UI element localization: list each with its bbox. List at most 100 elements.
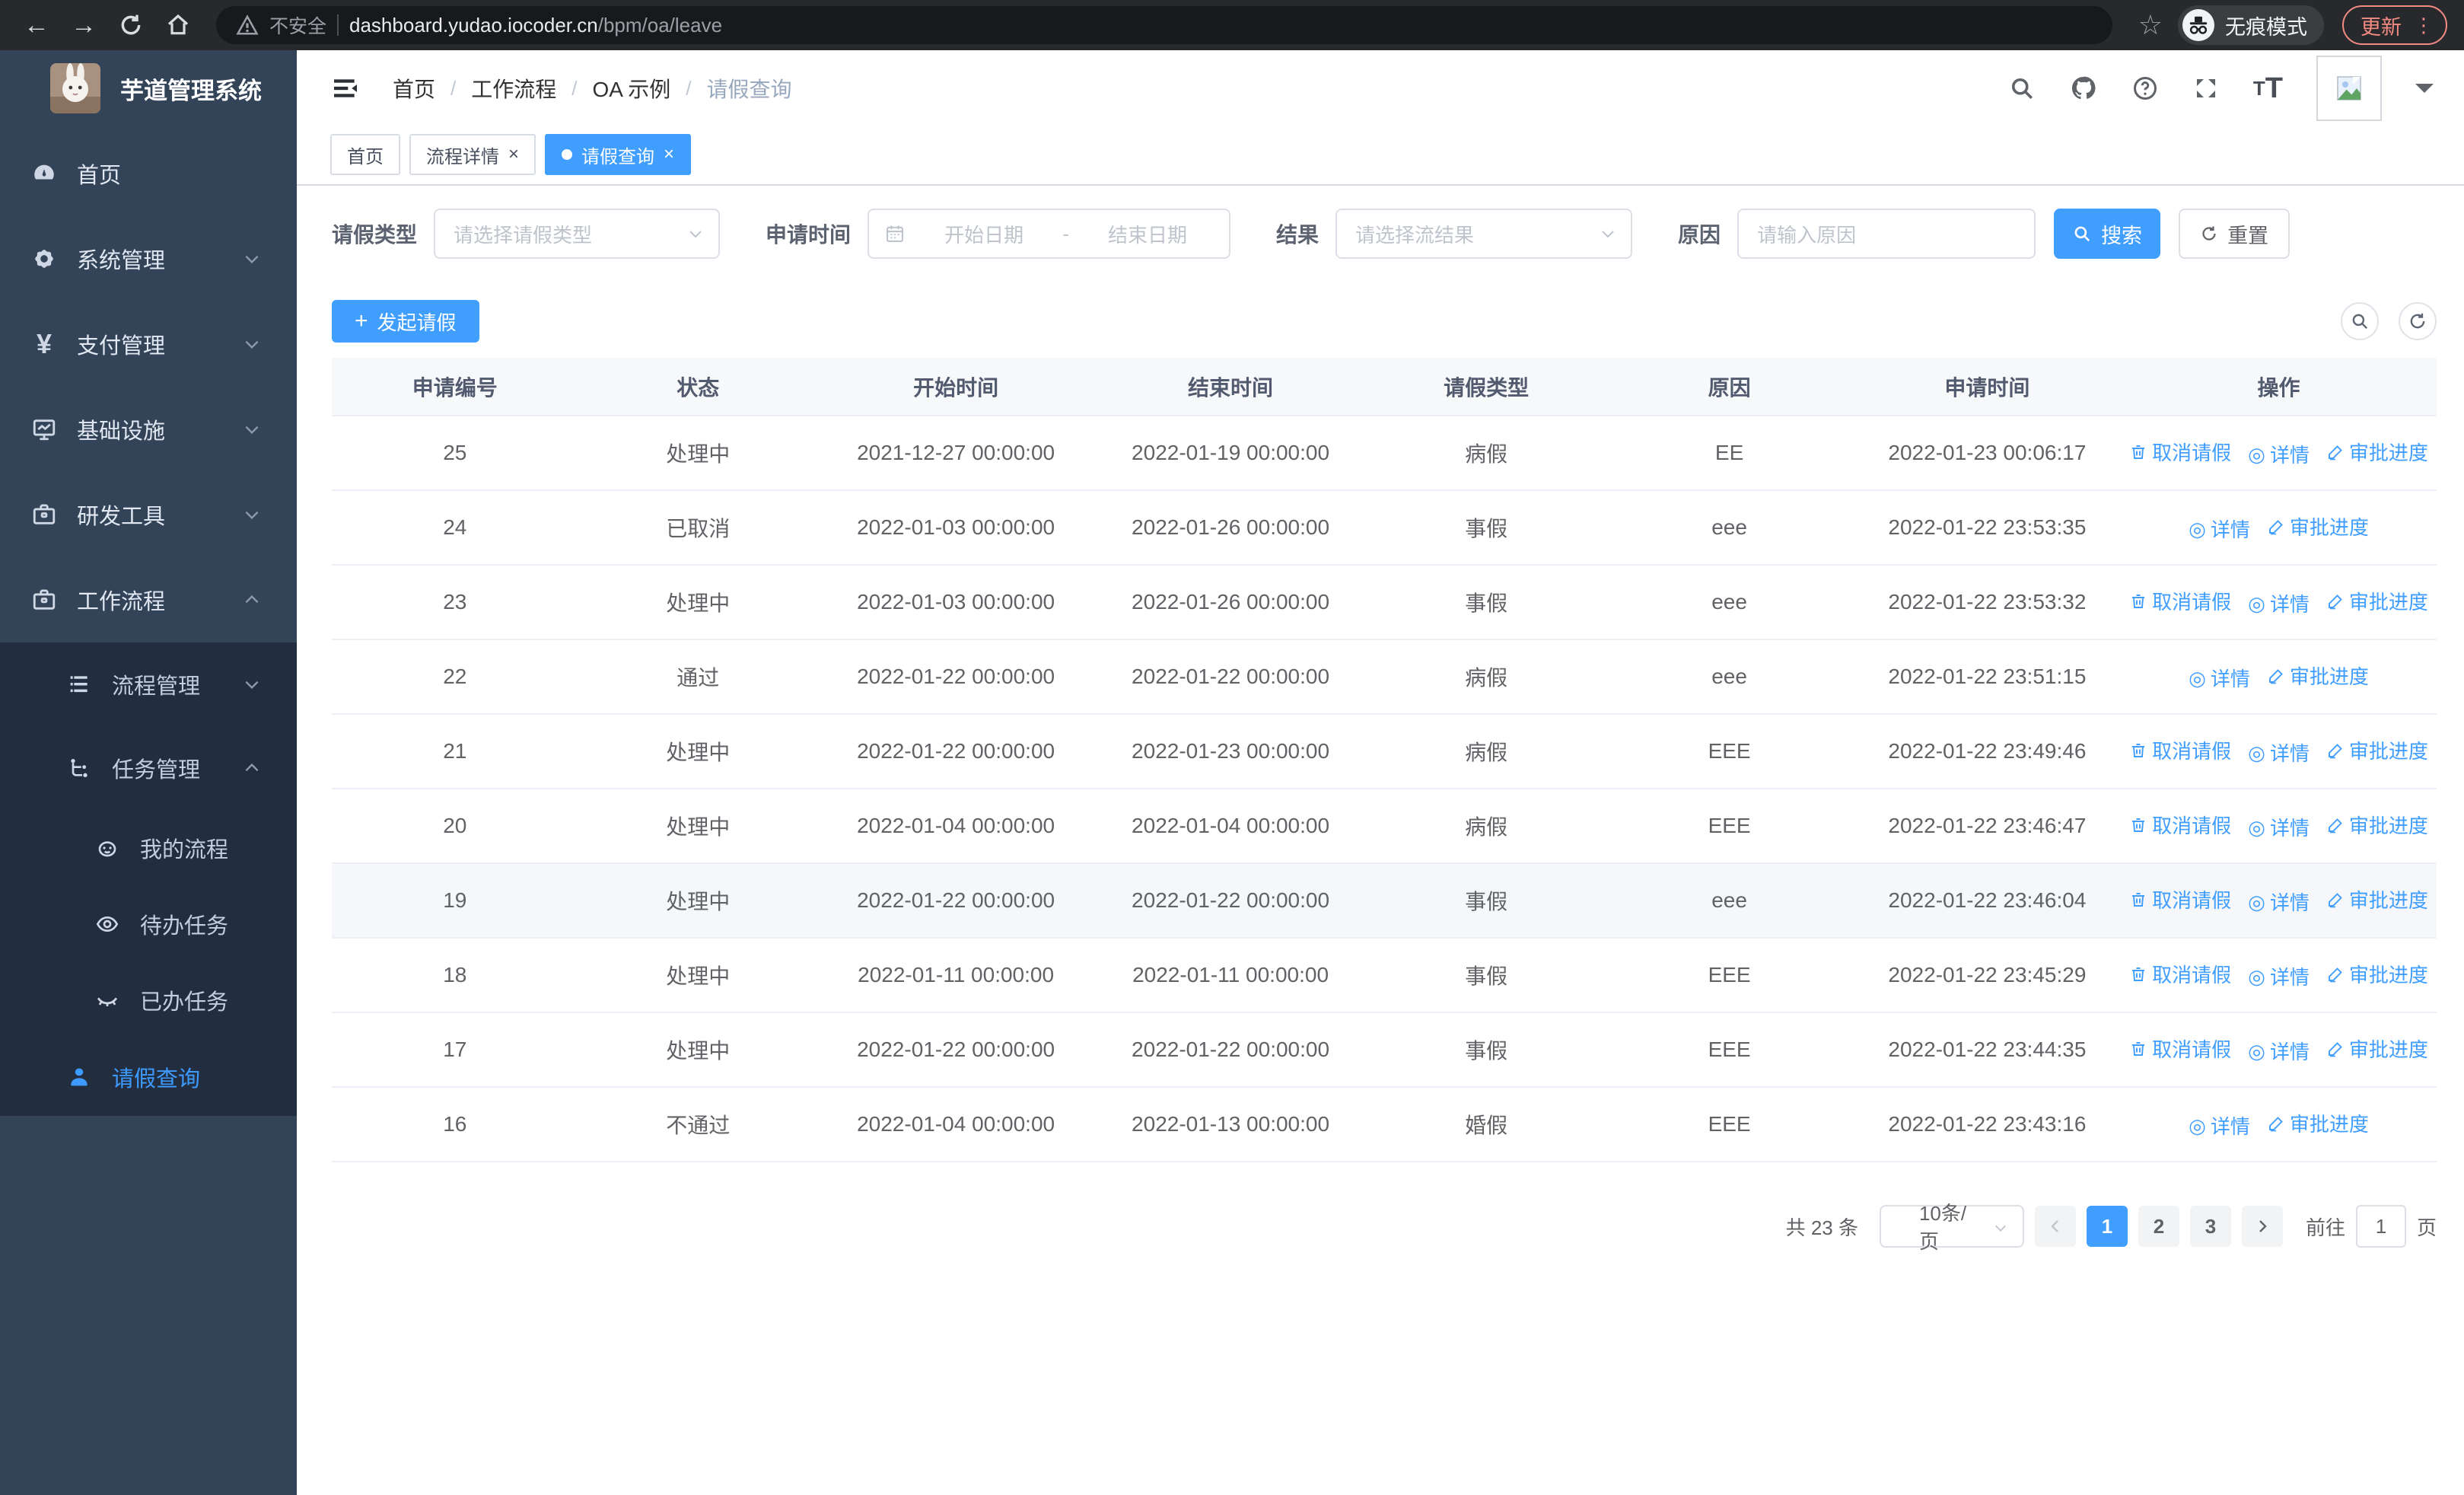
col-leave-type: 请假类型 bbox=[1367, 358, 1606, 416]
table-row[interactable]: 25 处理中 2021-12-27 00:00:00 2022-01-19 00… bbox=[332, 416, 2437, 491]
action-progress-link[interactable]: 审批进度 bbox=[2326, 1034, 2428, 1063]
app-logo-row[interactable]: 芋道管理系统 bbox=[0, 50, 297, 126]
cell-id: 23 bbox=[332, 565, 578, 640]
table-row[interactable]: 22 通过 2022-01-22 00:00:00 2022-01-22 00:… bbox=[332, 639, 2437, 715]
action-progress-link[interactable]: 审批进度 bbox=[2326, 736, 2428, 764]
cell-leave-type: 事假 bbox=[1367, 565, 1606, 640]
action-cancel-link[interactable]: 取消请假 bbox=[2129, 811, 2231, 839]
action-cancel-link[interactable]: 取消请假 bbox=[2129, 587, 2231, 615]
reset-button[interactable]: 重置 bbox=[2179, 209, 2291, 259]
col-reason: 原因 bbox=[1605, 358, 1854, 416]
table-row[interactable]: 18 处理中 2022-01-11 00:00:00 2022-01-11 00… bbox=[332, 938, 2437, 1013]
table-row[interactable]: 20 处理中 2022-01-04 00:00:00 2022-01-04 00… bbox=[332, 789, 2437, 864]
back-icon[interactable]: ← bbox=[17, 5, 56, 45]
fullscreen-icon[interactable] bbox=[2192, 75, 2220, 102]
forward-icon[interactable]: → bbox=[64, 5, 103, 45]
action-progress-link[interactable]: 审批进度 bbox=[2326, 885, 2428, 913]
github-icon[interactable] bbox=[2069, 74, 2098, 103]
create-leave-button[interactable]: + 发起请假 bbox=[332, 300, 479, 343]
table-row[interactable]: 24 已取消 2022-01-03 00:00:00 2022-01-26 00… bbox=[332, 490, 2437, 566]
action-detail-link[interactable]: ◎ 详情 bbox=[2189, 515, 2250, 543]
action-detail-link[interactable]: ◎ 详情 bbox=[2248, 440, 2310, 468]
sidebar-item-todo-tasks[interactable]: 待办任务 bbox=[0, 886, 297, 962]
table-row[interactable]: 23 处理中 2022-01-03 00:00:00 2022-01-26 00… bbox=[332, 565, 2437, 640]
cell-start-time: 2022-01-22 00:00:00 bbox=[817, 863, 1094, 939]
breadcrumb-home[interactable]: 首页 bbox=[393, 73, 435, 104]
view-icon: ◎ bbox=[2189, 666, 2206, 690]
action-cancel-link[interactable]: 取消请假 bbox=[2129, 885, 2231, 913]
toggle-search-button[interactable] bbox=[2341, 302, 2379, 340]
action-detail-link[interactable]: ◎ 详情 bbox=[2248, 738, 2310, 767]
action-progress-link[interactable]: 审批进度 bbox=[2326, 438, 2428, 466]
action-detail-link[interactable]: ◎ 详情 bbox=[2248, 589, 2310, 617]
avatar-caret-icon[interactable] bbox=[2415, 84, 2434, 102]
action-cancel-link[interactable]: 取消请假 bbox=[2129, 960, 2231, 988]
help-icon[interactable] bbox=[2131, 75, 2159, 102]
cell-actions: 取消请假 ◎ 详情 审批进度 bbox=[2121, 1012, 2437, 1088]
sidebar-collapse-icon[interactable] bbox=[330, 73, 361, 104]
tab-leave-query[interactable]: 请假查询 × bbox=[545, 134, 692, 175]
sidebar-item-devtools[interactable]: 研发工具 bbox=[0, 472, 297, 557]
action-progress-link[interactable]: 审批进度 bbox=[2267, 512, 2369, 540]
reason-input[interactable]: 请输入原因 bbox=[1737, 209, 2036, 259]
close-icon[interactable]: × bbox=[508, 144, 519, 165]
chrome-menu-icon[interactable]: ⋮ bbox=[2414, 15, 2434, 35]
table-row[interactable]: 21 处理中 2022-01-22 00:00:00 2022-01-23 00… bbox=[332, 714, 2437, 789]
font-size-icon[interactable]: TT bbox=[2253, 72, 2283, 105]
address-bar[interactable]: 不安全 dashboard.yudao.iocoder.cn/bpm/oa/le… bbox=[216, 6, 2112, 44]
tab-home[interactable]: 首页 bbox=[330, 134, 400, 175]
goto-page-input[interactable]: 1 bbox=[2355, 1205, 2406, 1248]
edit-pen-icon bbox=[2268, 668, 2283, 684]
search-icon[interactable] bbox=[2008, 75, 2036, 102]
sidebar-item-task-management[interactable]: 任务管理 bbox=[0, 726, 297, 810]
close-icon[interactable]: × bbox=[664, 144, 674, 165]
action-cancel-link[interactable]: 取消请假 bbox=[2129, 736, 2231, 764]
action-progress-link[interactable]: 审批进度 bbox=[2326, 587, 2428, 615]
sidebar-item-home[interactable]: 首页 bbox=[0, 131, 297, 216]
sidebar-item-workflow[interactable]: 工作流程 bbox=[0, 557, 297, 642]
table-row[interactable]: 17 处理中 2022-01-22 00:00:00 2022-01-22 00… bbox=[332, 1012, 2437, 1088]
action-cancel-link[interactable]: 取消请假 bbox=[2129, 438, 2231, 466]
page-button-1[interactable]: 1 bbox=[2086, 1206, 2128, 1247]
page-button-2[interactable]: 2 bbox=[2138, 1206, 2179, 1247]
prev-page-button[interactable] bbox=[2034, 1206, 2076, 1247]
reload-icon[interactable] bbox=[111, 5, 151, 45]
apply-time-range-picker[interactable]: 开始日期 - 结束日期 bbox=[867, 209, 1231, 259]
action-detail-link[interactable]: ◎ 详情 bbox=[2248, 813, 2310, 841]
avatar[interactable] bbox=[2316, 56, 2382, 121]
breadcrumb-workflow[interactable]: 工作流程 bbox=[471, 73, 556, 104]
sidebar-item-system[interactable]: 系统管理 bbox=[0, 216, 297, 301]
action-detail-link[interactable]: ◎ 详情 bbox=[2189, 664, 2250, 692]
action-detail-link[interactable]: ◎ 详情 bbox=[2248, 962, 2310, 990]
table-row[interactable]: 19 处理中 2022-01-22 00:00:00 2022-01-22 00… bbox=[332, 863, 2437, 939]
page-size-select[interactable]: 10条/页 bbox=[1879, 1202, 2024, 1253]
home-icon[interactable] bbox=[158, 5, 198, 45]
action-progress-link[interactable]: 审批进度 bbox=[2267, 1109, 2369, 1137]
breadcrumb-oa-example[interactable]: OA 示例 bbox=[593, 73, 671, 104]
tab-process-detail[interactable]: 流程详情 × bbox=[409, 134, 536, 175]
action-detail-link[interactable]: ◎ 详情 bbox=[2189, 1111, 2250, 1140]
chrome-update-button[interactable]: 更新 ⋮ bbox=[2342, 5, 2447, 45]
sidebar-item-done-tasks[interactable]: 已办任务 bbox=[0, 962, 297, 1038]
next-page-button[interactable] bbox=[2241, 1206, 2283, 1247]
bookmark-star-icon[interactable]: ☆ bbox=[2138, 9, 2163, 41]
sidebar-item-leave-query[interactable]: 请假查询 bbox=[0, 1038, 297, 1116]
action-detail-link[interactable]: ◎ 详情 bbox=[2248, 888, 2310, 916]
action-progress-link[interactable]: 审批进度 bbox=[2267, 661, 2369, 690]
refresh-table-button[interactable] bbox=[2399, 302, 2437, 340]
leave-type-select[interactable]: 请选择请假类型 bbox=[434, 209, 721, 259]
sidebar-item-process-management[interactable]: 流程管理 bbox=[0, 642, 297, 726]
end-date-placeholder: 结束日期 bbox=[1107, 223, 1187, 247]
cell-apply-time: 2022-01-22 23:53:35 bbox=[1853, 490, 2122, 566]
action-detail-link[interactable]: ◎ 详情 bbox=[2248, 1037, 2310, 1065]
action-progress-link[interactable]: 审批进度 bbox=[2326, 811, 2428, 839]
action-progress-link[interactable]: 审批进度 bbox=[2326, 960, 2428, 988]
table-row[interactable]: 16 不通过 2022-01-04 00:00:00 2022-01-13 00… bbox=[332, 1087, 2437, 1162]
action-cancel-link[interactable]: 取消请假 bbox=[2129, 1034, 2231, 1063]
sidebar-item-payment[interactable]: ¥ 支付管理 bbox=[0, 301, 297, 387]
sidebar-item-my-process[interactable]: 我的流程 bbox=[0, 810, 297, 886]
sidebar-item-infrastructure[interactable]: 基础设施 bbox=[0, 387, 297, 472]
page-button-3[interactable]: 3 bbox=[2189, 1206, 2231, 1247]
search-button[interactable]: 搜索 bbox=[2054, 209, 2161, 259]
result-select[interactable]: 请选择流结果 bbox=[1335, 209, 1633, 259]
